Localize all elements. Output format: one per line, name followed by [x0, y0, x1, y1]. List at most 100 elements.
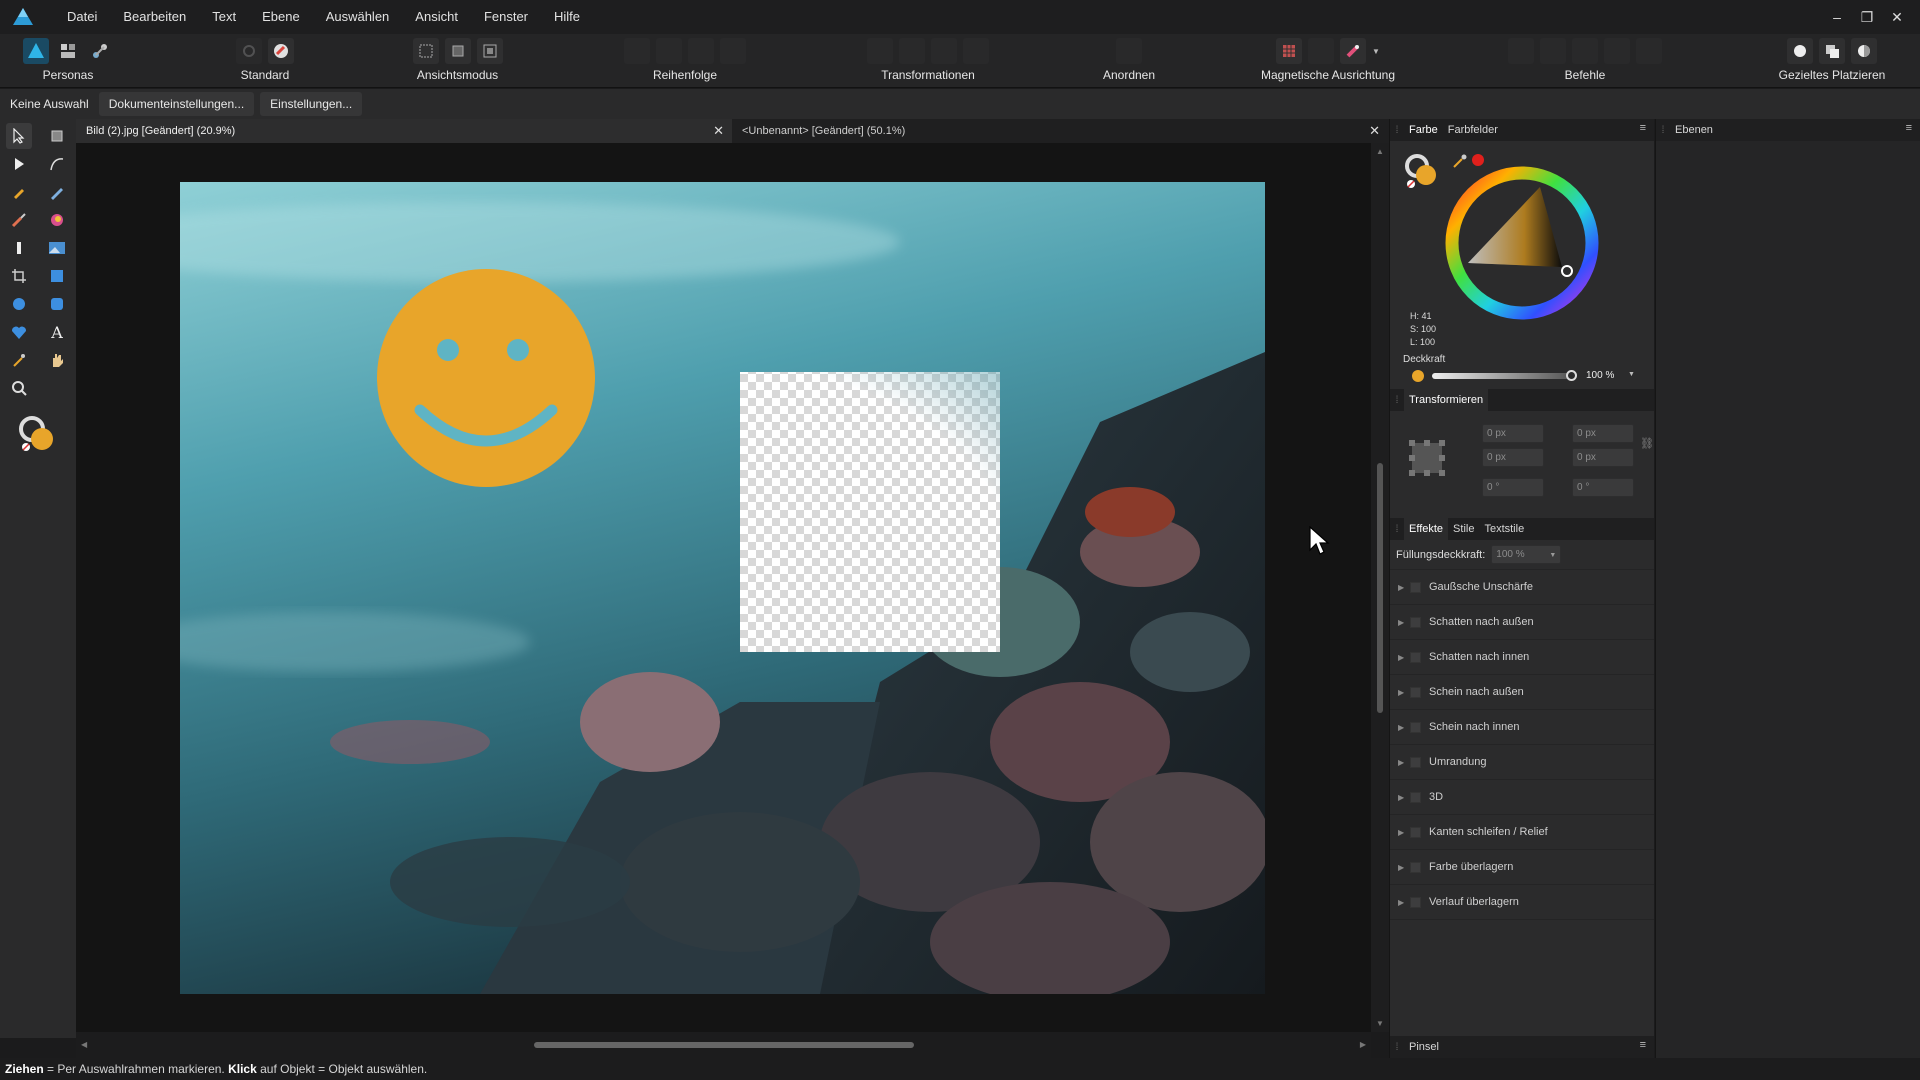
view-mode-frame-icon[interactable] [444, 38, 471, 64]
gradient-tool-icon[interactable] [6, 235, 32, 261]
menu-fenster[interactable]: Fenster [471, 0, 541, 34]
expand-arrow-icon[interactable]: ▶ [1398, 863, 1410, 872]
x-field[interactable]: 0 px [1482, 424, 1544, 443]
color-swatch-icon[interactable] [18, 415, 58, 455]
expand-arrow-icon[interactable]: ▶ [1398, 758, 1410, 767]
intersect-icon[interactable] [1572, 38, 1598, 64]
scroll-up-icon[interactable]: ▲ [1376, 147, 1384, 156]
scroll-left-icon[interactable]: ◀ [81, 1040, 87, 1049]
expand-arrow-icon[interactable]: ▶ [1398, 618, 1410, 627]
color-swatch-icon[interactable] [1404, 153, 1444, 193]
expand-arrow-icon[interactable]: ▶ [1398, 828, 1410, 837]
place-front-icon[interactable] [1819, 38, 1845, 64]
move-forward-icon[interactable] [688, 38, 714, 64]
tab-bild-2[interactable]: Bild (2).jpg [Geändert] (20.9%) ✕ [76, 119, 732, 143]
fill-opacity-dropdown-icon[interactable]: ▼ [1549, 549, 1556, 563]
magnet-icon[interactable] [1340, 38, 1367, 64]
pen-tool-icon[interactable] [6, 179, 32, 205]
assistant-icon[interactable] [268, 38, 294, 64]
minimize-button[interactable]: – [1822, 9, 1852, 25]
color-picker-tool-icon[interactable] [6, 347, 32, 373]
menu-datei[interactable]: Datei [54, 0, 110, 34]
document-image[interactable] [180, 182, 1265, 994]
close-tab-icon[interactable]: ✕ [1369, 119, 1380, 143]
undo-history-icon[interactable] [236, 38, 262, 64]
brush-tool-icon[interactable] [6, 207, 32, 233]
close-tab-icon[interactable]: ✕ [713, 119, 724, 143]
effect-checkbox[interactable] [1410, 651, 1421, 663]
export-persona-icon[interactable] [87, 38, 113, 64]
rotation-field[interactable]: 0 ° [1482, 478, 1544, 497]
panel-grip-icon[interactable]: ⁞ [1656, 125, 1670, 136]
expand-arrow-icon[interactable]: ▶ [1398, 688, 1410, 697]
effect-checkbox[interactable] [1410, 826, 1421, 838]
effect-checkbox[interactable] [1410, 686, 1421, 698]
opacity-slider-handle[interactable] [1566, 370, 1577, 381]
tab-effekte[interactable]: Effekte [1404, 518, 1449, 540]
scroll-right-icon[interactable]: ▶ [1360, 1040, 1366, 1049]
tab-textstile[interactable]: Textstile [1479, 518, 1529, 540]
menu-ansicht[interactable]: Ansicht [402, 0, 471, 34]
panel-grip-icon[interactable]: ⁞ [1390, 125, 1404, 136]
smiley-shape[interactable] [377, 269, 595, 487]
horizontal-scroll-thumb[interactable] [534, 1042, 914, 1048]
move-to-back-icon[interactable] [624, 38, 650, 64]
effect-3d[interactable]: ▶ 3D [1390, 780, 1654, 815]
effect-checkbox[interactable] [1410, 896, 1421, 908]
menu-bearbeiten[interactable]: Bearbeiten [110, 0, 199, 34]
move-back-icon[interactable] [656, 38, 682, 64]
effect-checkbox[interactable] [1410, 581, 1421, 593]
panel-grip-icon[interactable]: ⁞ [1390, 1042, 1404, 1053]
menu-ebene[interactable]: Ebene [249, 0, 313, 34]
opacity-value[interactable]: 100 % [1586, 370, 1614, 381]
photo-persona-icon[interactable] [23, 38, 49, 64]
menu-text[interactable]: Text [199, 0, 249, 34]
panel-menu-icon[interactable]: ≡ [1640, 122, 1646, 134]
expand-arrow-icon[interactable]: ▶ [1398, 898, 1410, 907]
rectangle-tool-icon[interactable] [44, 263, 70, 289]
tab-transformieren[interactable]: Transformieren [1404, 389, 1489, 411]
snapping-grid-icon[interactable] [1276, 38, 1303, 64]
document-settings-button[interactable]: Dokumenteinstellungen... [98, 92, 255, 116]
view-mode-grid-icon[interactable] [412, 38, 439, 64]
effect-outline[interactable]: ▶ Umrandung [1390, 745, 1654, 780]
tab-stile[interactable]: Stile [1448, 518, 1479, 540]
rounded-rectangle-tool-icon[interactable] [44, 291, 70, 317]
effect-checkbox[interactable] [1410, 756, 1421, 768]
effect-checkbox[interactable] [1410, 861, 1421, 873]
vertical-scroll-thumb[interactable] [1377, 463, 1383, 713]
rotate-right-icon[interactable] [963, 38, 989, 64]
fill-opacity-field[interactable]: 100 % ▼ [1491, 545, 1562, 564]
w-field[interactable]: 0 px [1572, 424, 1634, 443]
y-field[interactable]: 0 px [1482, 448, 1544, 467]
effect-outer-shadow[interactable]: ▶ Schatten nach außen [1390, 605, 1654, 640]
expand-arrow-icon[interactable]: ▶ [1398, 653, 1410, 662]
xor-icon[interactable] [1604, 38, 1630, 64]
effect-color-overlay[interactable]: ▶ Farbe überlagern [1390, 850, 1654, 885]
tab-unbenannt[interactable]: <Unbenannt> [Geändert] (50.1%) ✕ [732, 119, 1388, 143]
expand-arrow-icon[interactable]: ▶ [1398, 793, 1410, 802]
effect-checkbox[interactable] [1410, 791, 1421, 803]
snapping-options-icon[interactable] [1308, 38, 1335, 64]
align-icon[interactable] [1116, 38, 1142, 64]
flip-vertical-icon[interactable] [899, 38, 925, 64]
panel-grip-icon[interactable]: ⁞ [1390, 395, 1404, 406]
tab-pinsel[interactable]: Pinsel [1404, 1036, 1444, 1058]
move-to-front-icon[interactable] [720, 38, 746, 64]
curve-tool-icon[interactable] [44, 151, 70, 177]
expand-arrow-icon[interactable]: ▶ [1398, 583, 1410, 592]
view-mode-select-icon[interactable] [476, 38, 503, 64]
ellipse-tool-icon[interactable] [6, 291, 32, 317]
heart-shape-tool-icon[interactable] [6, 319, 32, 345]
text-tool-icon[interactable]: A [44, 319, 70, 345]
effect-bevel-emboss[interactable]: ▶ Kanten schleifen / Relief [1390, 815, 1654, 850]
effect-inner-glow[interactable]: ▶ Schein nach innen [1390, 710, 1654, 745]
place-image-tool-icon[interactable] [44, 235, 70, 261]
opacity-dropdown-icon[interactable]: ▼ [1628, 371, 1635, 378]
close-window-button[interactable]: ✕ [1882, 9, 1912, 26]
expand-arrow-icon[interactable]: ▶ [1398, 723, 1410, 732]
menu-hilfe[interactable]: Hilfe [541, 0, 593, 34]
add-icon[interactable] [1508, 38, 1534, 64]
hand-tool-icon[interactable] [44, 347, 70, 373]
move-tool-icon[interactable] [6, 123, 32, 149]
